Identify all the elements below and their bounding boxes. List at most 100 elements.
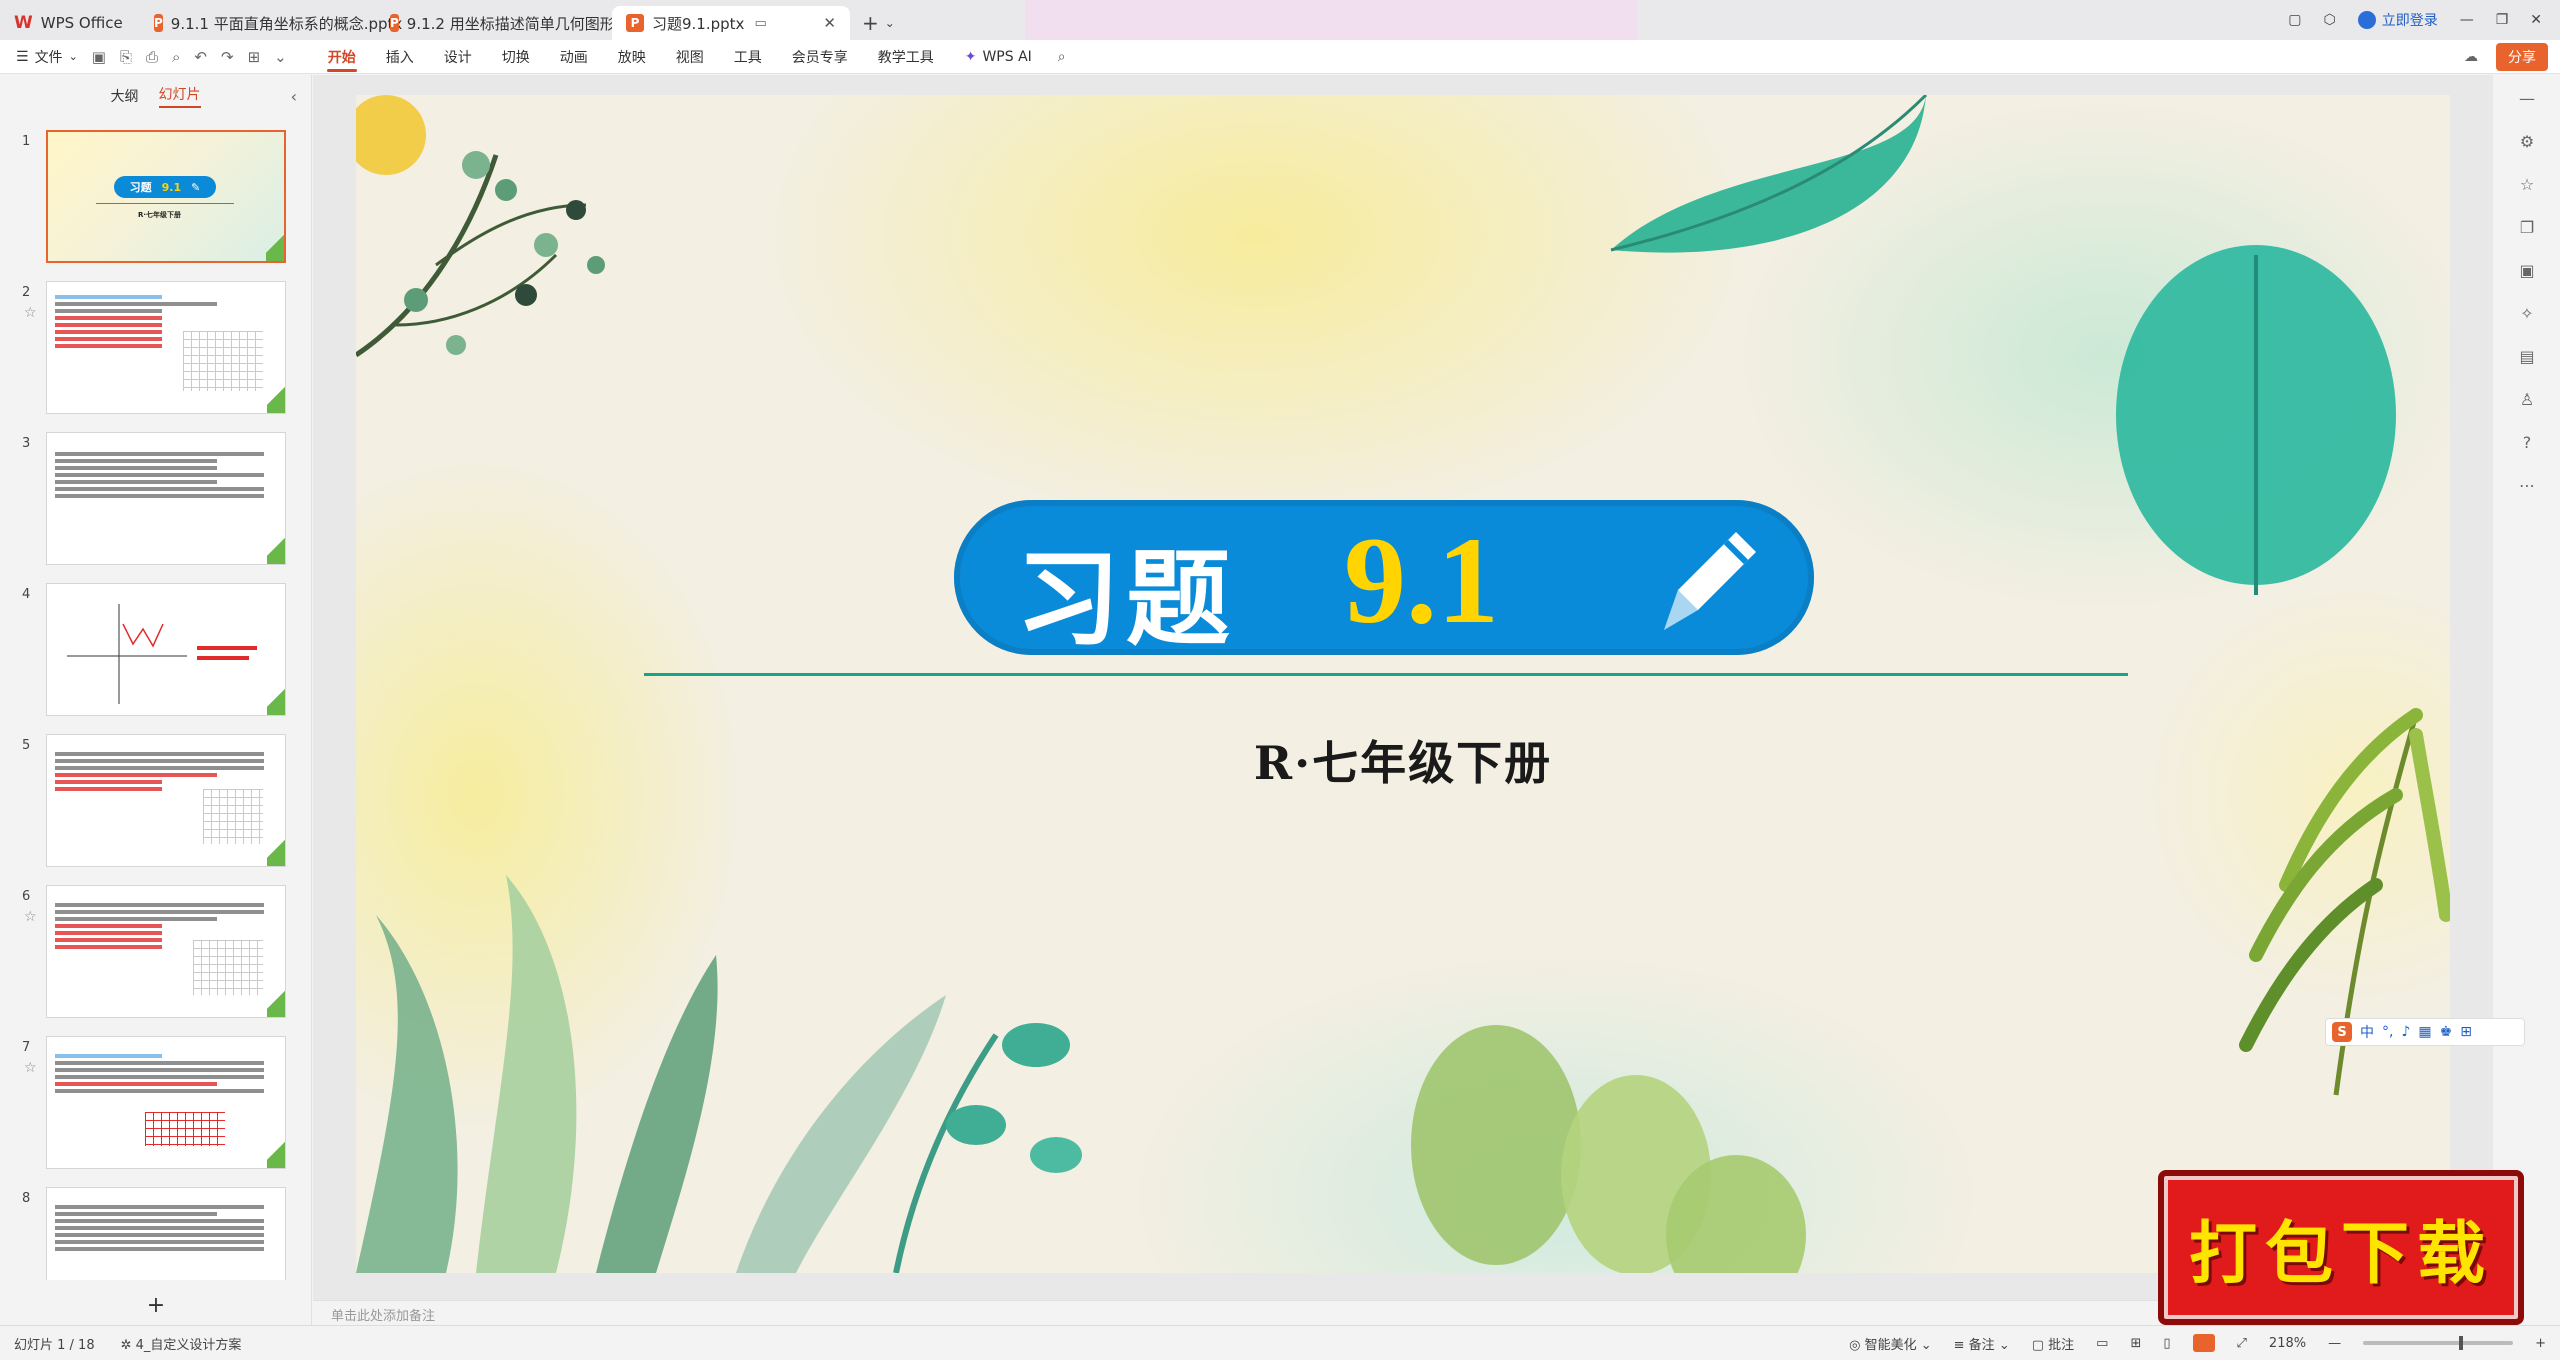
favorite-icon[interactable]: ☆ — [2520, 175, 2534, 194]
ribbon-tab-animation[interactable]: 动画 — [545, 40, 603, 74]
grid-icon[interactable]: ⊞ — [2460, 1024, 2472, 1040]
notes-label: 备注 — [1968, 1337, 1995, 1353]
normal-view-icon[interactable]: ▭ — [2096, 1336, 2108, 1351]
thumbnail-slide-5[interactable] — [46, 734, 286, 867]
zoom-slider[interactable] — [2363, 1336, 2514, 1350]
fit-window-icon[interactable]: ⤢ — [2237, 1336, 2247, 1351]
redo-icon[interactable]: ↷ — [221, 48, 234, 66]
file-menu-button[interactable]: ☰ 文件 ⌄ — [0, 47, 92, 67]
magic-icon[interactable]: ✧ — [2520, 304, 2533, 323]
minimize-icon[interactable]: — — [2460, 12, 2474, 28]
cube-icon[interactable]: ⬡ — [2323, 12, 2335, 28]
tab-wps-office[interactable]: W WPS Office — [0, 6, 140, 40]
thumb-text-line — [55, 316, 163, 320]
search-icon[interactable]: ⌕ — [1048, 49, 1076, 65]
thumbnail-row: 5 — [0, 734, 312, 885]
ribbon-tab-teaching[interactable]: 教学工具 — [863, 40, 949, 74]
thumbnail-slide-1[interactable]: 习题 9.1 ✎ R·七年级下册 — [46, 130, 286, 263]
print-preview-icon[interactable]: ⌕ — [172, 48, 180, 66]
download-badge[interactable]: 打包下载 — [2158, 1170, 2524, 1325]
zoom-level[interactable]: 218% — [2269, 1336, 2306, 1351]
format-painter-icon[interactable]: ⊞ — [248, 48, 261, 66]
star-icon[interactable]: ☆ — [24, 909, 37, 925]
zoom-out-button[interactable]: — — [2328, 1336, 2341, 1351]
help-icon[interactable]: ? — [2523, 433, 2532, 452]
tab-file-1[interactable]: P 9.1.1 平面直角坐标系的概念.pptx — [140, 6, 402, 40]
skin-icon[interactable]: ♚ — [2440, 1024, 2453, 1040]
chevron-down-icon[interactable]: ⌄ — [274, 48, 287, 66]
theme-name[interactable]: ✲ 4_自定义设计方案 — [121, 1334, 242, 1353]
add-slide-button[interactable]: + — [0, 1285, 312, 1325]
thumbnail-slide-6[interactable] — [46, 885, 286, 1018]
slide-title-cn[interactable]: 习题 — [1016, 514, 1236, 665]
tab-slides[interactable]: 幻灯片 — [158, 84, 201, 108]
microphone-icon[interactable]: ♪ — [2401, 1024, 2410, 1040]
ribbon-tab-transition[interactable]: 切换 — [487, 40, 545, 74]
chevron-down-icon[interactable]: ⌄ — [885, 16, 895, 30]
tab-label: 习题9.1.pptx — [652, 14, 745, 33]
more-icon[interactable]: ⋯ — [2519, 476, 2535, 495]
ribbon-tab-tools[interactable]: 工具 — [719, 40, 777, 74]
adjust-icon[interactable]: ⚙ — [2520, 132, 2534, 151]
book-icon[interactable]: ▤ — [2519, 347, 2534, 366]
keyboard-icon[interactable]: ▦ — [2418, 1024, 2431, 1040]
play-slideshow-button[interactable] — [2192, 1334, 2215, 1352]
punctuation-icon[interactable]: °, — [2382, 1024, 2393, 1040]
reading-view-icon[interactable]: ▯ — [2163, 1336, 2170, 1351]
slide-subtitle[interactable]: R·七年级下册 — [356, 727, 2450, 793]
zoom-slider-knob[interactable] — [2459, 1336, 2464, 1350]
collapse-right-icon[interactable]: — — [2519, 89, 2535, 108]
thumbnail-slide-3[interactable] — [46, 432, 286, 565]
thumb-text-line — [55, 1233, 265, 1237]
ribbon-tab-design[interactable]: 设计 — [429, 40, 487, 74]
ime-mode-label[interactable]: 中 — [2360, 1022, 2374, 1042]
print-icon[interactable]: ⎙ — [146, 48, 158, 66]
save-icon[interactable]: ▣ — [92, 48, 106, 66]
tab-close-icon[interactable]: ✕ — [823, 14, 836, 32]
pptx-file-icon: P — [154, 14, 163, 32]
ribbon-tab-home[interactable]: 开始 — [313, 40, 371, 74]
ribbon-tab-view[interactable]: 视图 — [661, 40, 719, 74]
comments-button[interactable]: ▢ 批注 — [2032, 1334, 2074, 1353]
login-button[interactable]: 立即登录 — [2357, 10, 2438, 30]
star-icon[interactable]: ☆ — [24, 1060, 37, 1076]
notes-toggle[interactable]: ≡ 备注 ⌄ — [1954, 1334, 2010, 1353]
close-window-icon[interactable]: ✕ — [2530, 12, 2542, 28]
ribbon-tab-slideshow[interactable]: 放映 — [603, 40, 661, 74]
thumbnail-slide-7[interactable] — [46, 1036, 286, 1169]
star-icon[interactable]: ☆ — [24, 305, 37, 321]
restore-icon[interactable]: ❐ — [2496, 12, 2509, 28]
collapse-panel-icon[interactable]: ‹ — [291, 87, 297, 106]
sorter-view-icon[interactable]: ⊞ — [2130, 1336, 2141, 1351]
export-icon[interactable]: ⎘ — [120, 48, 132, 66]
new-tab-button[interactable]: + ⌄ — [850, 6, 907, 40]
ribbon-tab-insert[interactable]: 插入 — [371, 40, 429, 74]
undo-icon[interactable]: ↶ — [194, 48, 207, 66]
ime-toolbar[interactable]: S 中 °, ♪ ▦ ♚ ⊞ — [2325, 1018, 2525, 1046]
thumbnail-slide-2[interactable] — [46, 281, 286, 414]
thumb-text-line — [55, 1205, 265, 1209]
zoom-in-button[interactable]: + — [2535, 1336, 2546, 1351]
slide-title-number[interactable]: 9.1 — [1344, 510, 1499, 652]
share-button[interactable]: 分享 — [2496, 42, 2548, 71]
tab-label: WPS Office — [40, 14, 123, 32]
tab-outline[interactable]: 大纲 — [111, 86, 139, 106]
wps-ai-button[interactable]: ✦ WPS AI — [949, 49, 1048, 65]
thumbnail-slide-4[interactable] — [46, 583, 286, 716]
ribbon-tab-member[interactable]: 会员专享 — [777, 40, 863, 74]
slide-1[interactable]: 习题 9.1 R·七年级下册 — [356, 95, 2450, 1273]
tab-file-active[interactable]: P 习题9.1.pptx ▭ ✕ — [612, 6, 850, 40]
cloud-sync-icon[interactable]: ☁ — [2464, 49, 2478, 65]
title-banner[interactable]: 习题 9.1 — [954, 500, 1814, 660]
image-icon[interactable]: ▣ — [2519, 261, 2534, 280]
copy-icon[interactable]: ❐ — [2520, 218, 2534, 237]
tab-window-icon[interactable]: ▭ — [754, 16, 766, 31]
beautify-button[interactable]: ◎ 智能美化 ⌄ — [1849, 1334, 1932, 1353]
thumbnail-slide-8[interactable] — [46, 1187, 286, 1280]
shirt-icon[interactable]: ♙ — [2520, 390, 2534, 409]
thumb-text-line — [55, 309, 163, 313]
tab-file-2[interactable]: P 9.1.2 用坐标描述简单几何图形.pptx — [376, 6, 653, 40]
thumb-text-line — [55, 459, 217, 463]
thumbnail-number: 5 — [22, 738, 31, 753]
layout-icon[interactable]: ▢ — [2288, 12, 2301, 28]
